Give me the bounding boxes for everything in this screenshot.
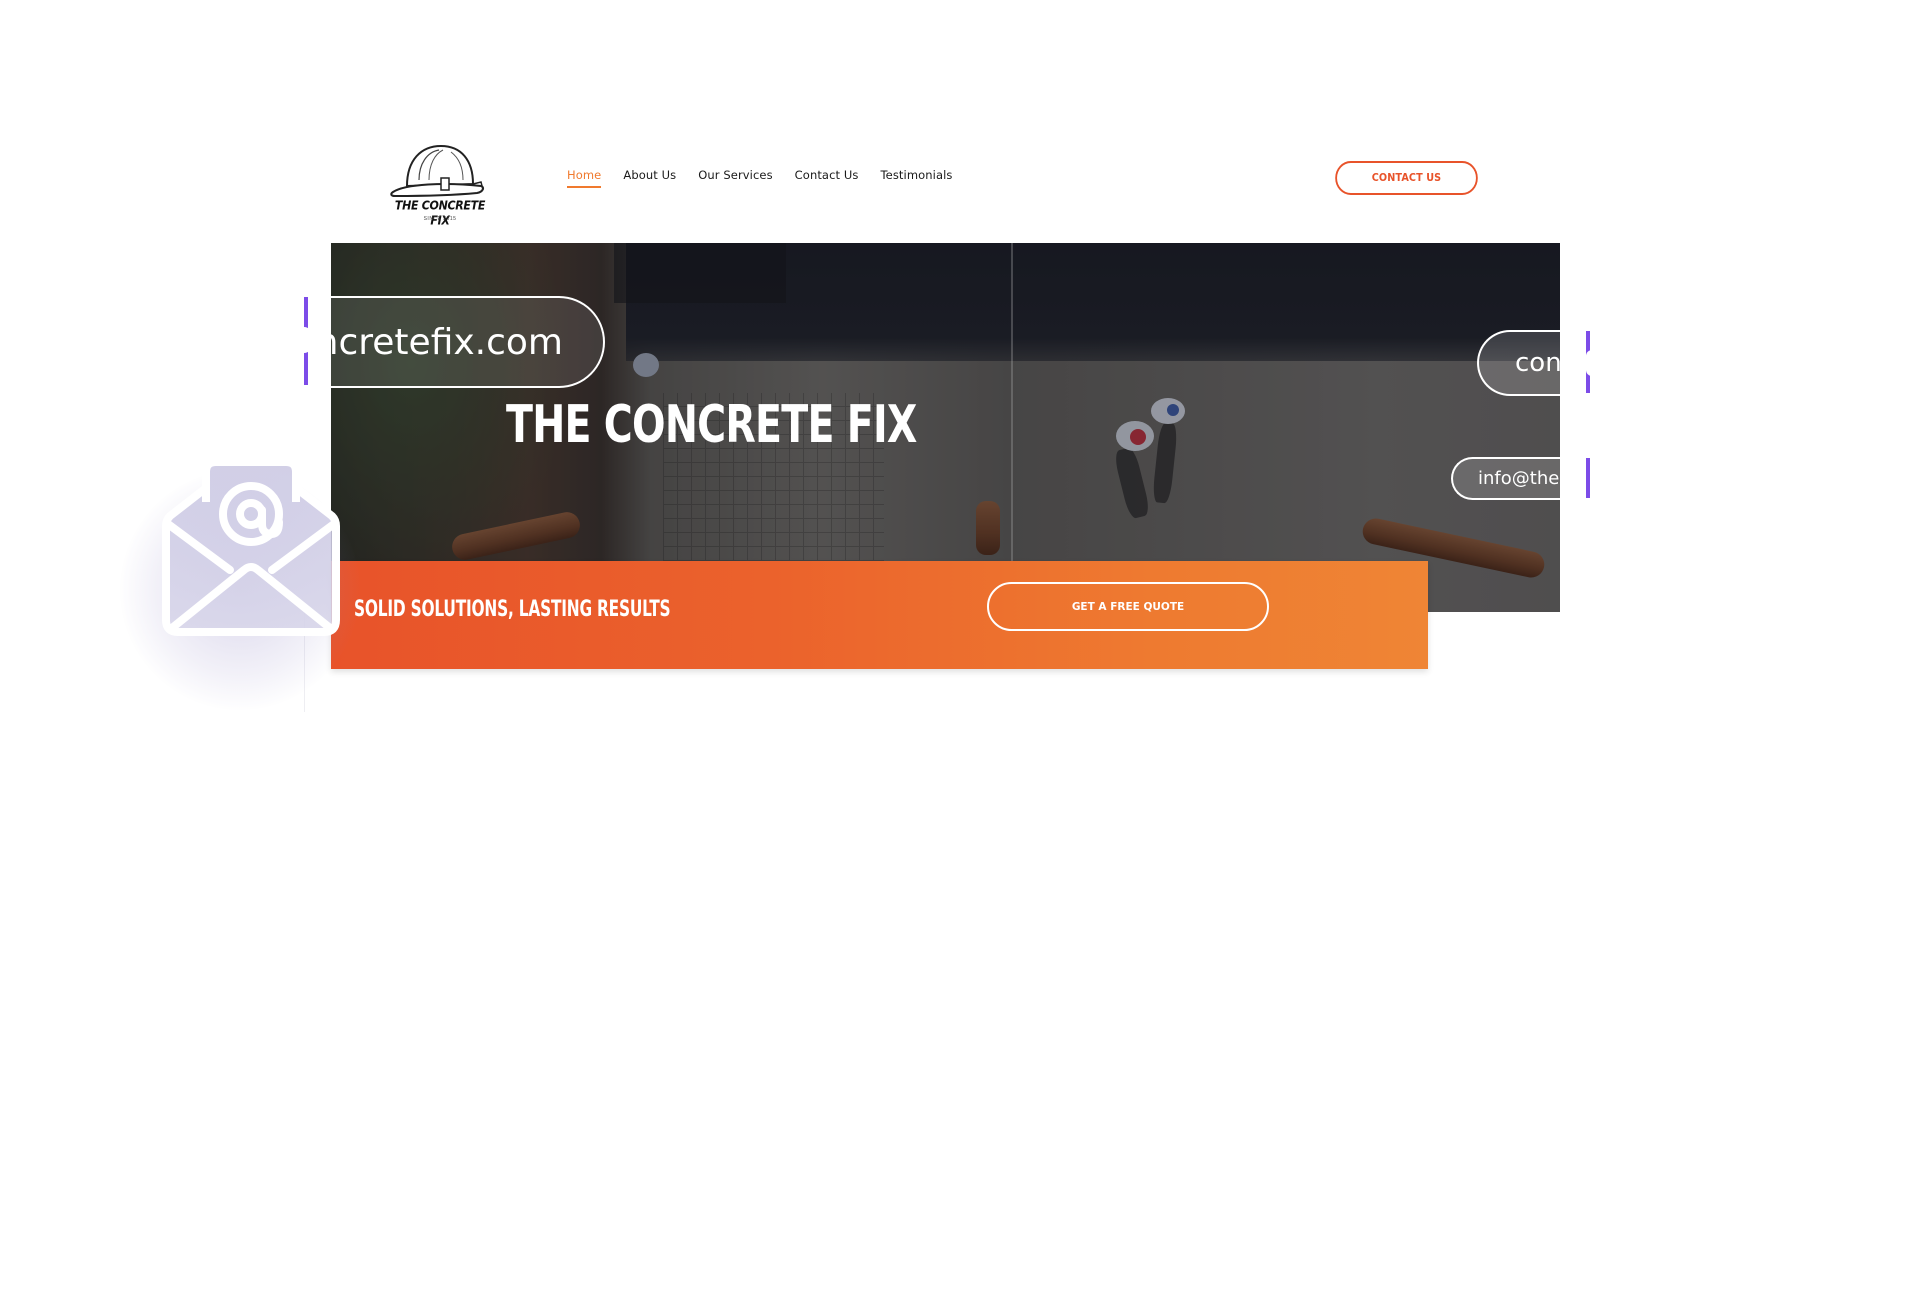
nav-item-testimonials[interactable]: Testimonials xyxy=(880,168,952,188)
website-url-pill: ncretefix.com xyxy=(300,296,605,388)
hero-title: THE CONCRETE FIX xyxy=(506,395,917,455)
hero-tagline: SOLID SOLUTIONS, LASTING RESULTS xyxy=(354,597,671,622)
email-pill-text: info@thec xyxy=(1478,468,1561,489)
logo-since: SINCE 2015 xyxy=(423,216,457,222)
marker-notch xyxy=(304,327,312,353)
right-edge-marker xyxy=(1586,458,1590,498)
hard-hat-icon xyxy=(390,144,485,198)
main-nav: Home About Us Our Services Contact Us Te… xyxy=(567,168,974,188)
website-url-text: ncretefix.com xyxy=(315,321,563,363)
marker-notch xyxy=(1586,350,1592,376)
site-logo[interactable]: THE CONCRETE FIX SINCE 2015 xyxy=(385,140,495,228)
nav-item-about-us[interactable]: About Us xyxy=(623,168,676,188)
contact-pill: cont xyxy=(1477,330,1567,396)
envelope-at-icon xyxy=(158,452,343,642)
nav-item-contact-us[interactable]: Contact Us xyxy=(795,168,859,188)
get-free-quote-button[interactable]: GET A FREE QUOTE xyxy=(987,582,1269,631)
nav-item-our-services[interactable]: Our Services xyxy=(698,168,772,188)
email-pill: info@thec xyxy=(1451,457,1561,500)
nav-item-home[interactable]: Home xyxy=(567,168,602,188)
header-contact-us-button[interactable]: CONTACT US xyxy=(1335,161,1478,195)
right-white-edge xyxy=(1560,320,1600,520)
logo-title: THE CONCRETE FIX xyxy=(394,198,486,228)
